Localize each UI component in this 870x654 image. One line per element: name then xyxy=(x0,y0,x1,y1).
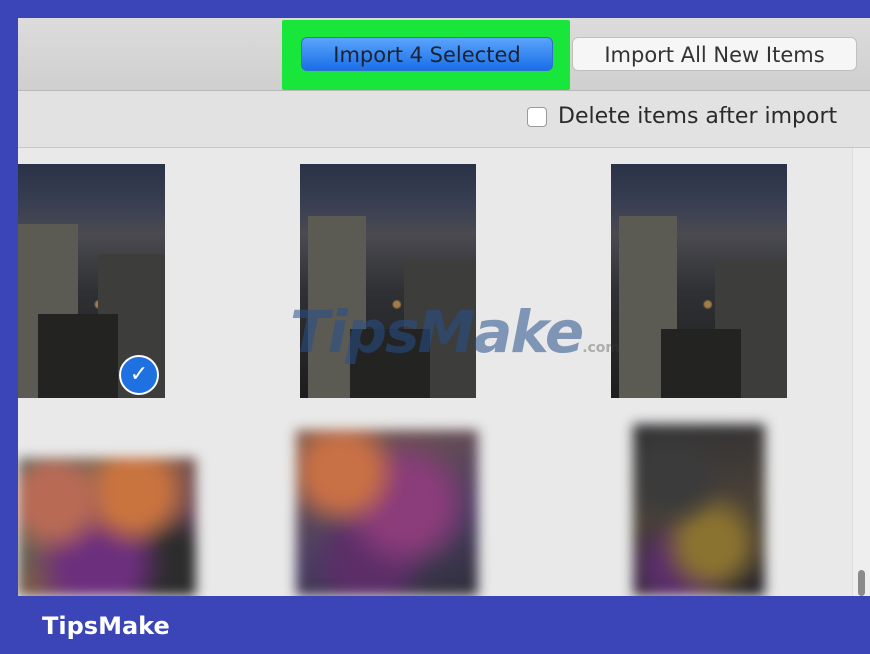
import-toolbar: Import 4 Selected Import All New Items xyxy=(18,18,870,91)
brand-label: TipsMake xyxy=(42,612,170,640)
watermark: TipsMake.com xyxy=(290,298,621,366)
photo-thumbnail-5[interactable] xyxy=(296,430,478,596)
photo-thumbnail-3[interactable] xyxy=(611,164,787,398)
photo-grid: ✓ xyxy=(18,148,852,596)
scrollbar-thumb[interactable] xyxy=(858,570,865,596)
delete-after-import-label[interactable]: Delete items after import xyxy=(558,104,837,129)
photo-thumbnail-4[interactable] xyxy=(18,458,196,596)
import-all-new-items-button[interactable]: Import All New Items xyxy=(572,37,857,71)
checkmark-icon: ✓ xyxy=(119,355,159,395)
delete-after-import-checkbox[interactable] xyxy=(527,107,547,127)
photo-thumbnail-1[interactable]: ✓ xyxy=(18,164,165,398)
vertical-scrollbar[interactable] xyxy=(852,148,870,596)
import-selected-button[interactable]: Import 4 Selected xyxy=(301,37,553,71)
photo-thumbnail-6[interactable] xyxy=(633,424,765,596)
